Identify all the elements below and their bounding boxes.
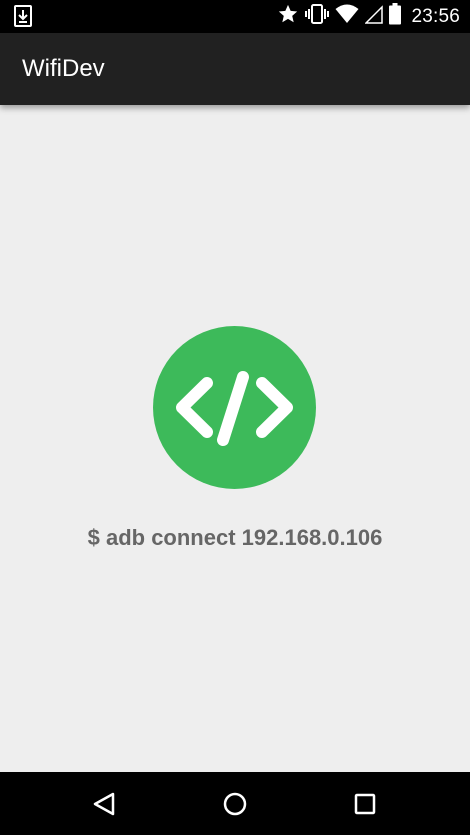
code-badge xyxy=(153,326,316,489)
home-icon[interactable] xyxy=(221,790,249,818)
download-icon xyxy=(14,5,32,27)
app-title: WifiDev xyxy=(22,55,105,82)
back-icon[interactable] xyxy=(91,790,119,818)
code-icon xyxy=(176,371,293,446)
status-icons: 23:56 xyxy=(277,0,460,33)
screen: 23:56 WifiDev $ adb connect 192.168.0.10… xyxy=(0,0,470,835)
star-icon xyxy=(277,3,299,30)
wifi-icon xyxy=(335,4,359,29)
adb-command-text: $ adb connect 192.168.0.106 xyxy=(87,525,383,550)
recents-icon[interactable] xyxy=(351,790,379,818)
battery-icon xyxy=(389,3,402,30)
app-bar: WifiDev xyxy=(0,33,470,105)
status-time: 23:56 xyxy=(411,5,460,27)
nav-bar xyxy=(0,772,470,835)
main-content: $ adb connect 192.168.0.106 xyxy=(0,105,470,772)
vibrate-icon xyxy=(305,3,330,30)
signal-icon xyxy=(364,4,384,29)
status-bar: 23:56 xyxy=(0,0,470,33)
